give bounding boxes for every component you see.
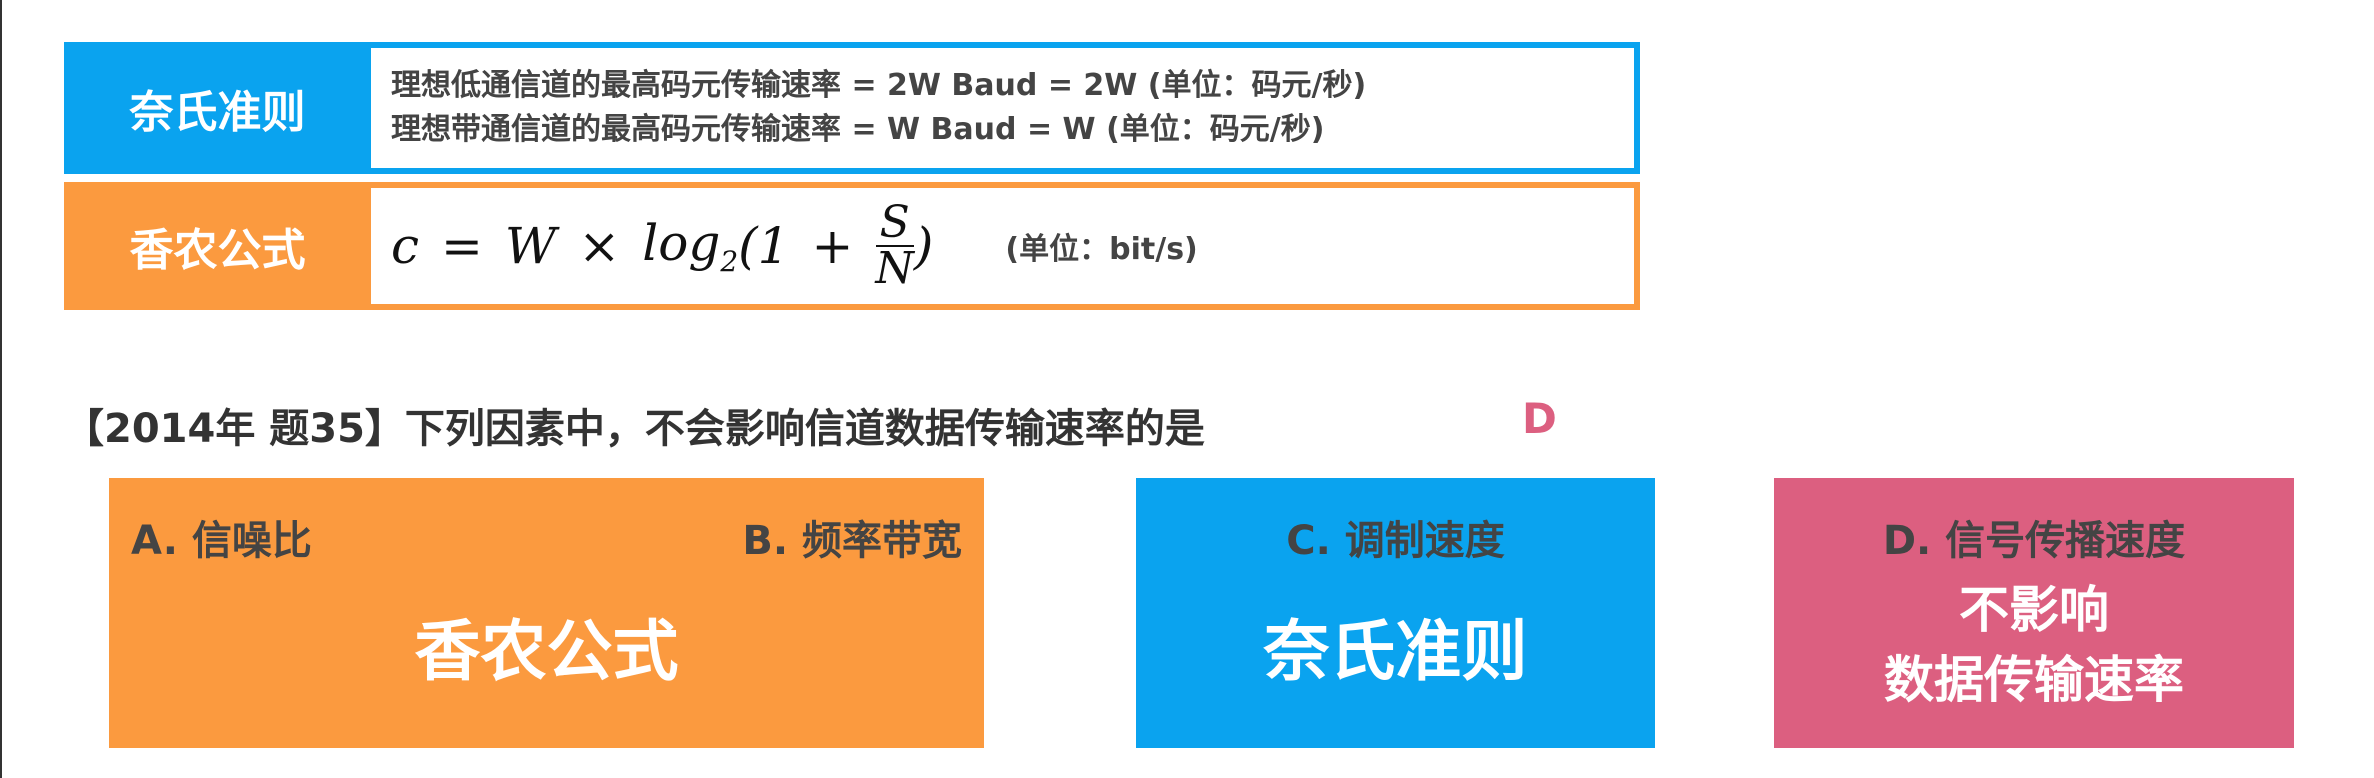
formula-unit: (单位：bit/s) (1005, 232, 1198, 267)
formula-denominator: N (875, 243, 914, 294)
left-edge-divider (0, 0, 2, 778)
nyquist-content: 理想低通信道的最高码元传输速率 = 2W Baud = 2W (单位：码元/秒)… (371, 48, 1634, 168)
shannon-content: c = W × log2 (1 + S N ) (单位：bit/s) (371, 188, 1634, 304)
option-d: D. 信号传播速度 (1882, 518, 2186, 564)
shannon-formula-box: 香农公式 c = W × log2 (1 + S N ) (单位：bit/s) (64, 182, 1640, 310)
shannon-label: 香农公式 (129, 225, 306, 276)
question-text: 【2014年 题35】下列因素中，不会影响信道数据传输速率的是 (64, 406, 1205, 452)
option-c-explanation: 奈氏准则 (1263, 613, 1528, 690)
formula-log-text: log (642, 214, 721, 272)
formula-plus: + (811, 217, 854, 275)
lowpass-rate-line: 理想低通信道的最高码元传输速率 = 2W Baud = 2W (单位：码元/秒) (391, 68, 1367, 103)
answer-badge: D (1522, 394, 1557, 443)
option-c: C. 调制速度 (1286, 518, 1505, 564)
option-ab-box: A. 信噪比 B. 频率带宽 香农公式 (109, 478, 984, 748)
formula-times: × (578, 217, 621, 275)
formula-open: (1 (738, 217, 790, 275)
option-a: A. 信噪比 (131, 518, 312, 564)
formula-c: c (391, 217, 420, 275)
option-ab-explanation: 香农公式 (414, 613, 679, 690)
option-d-explanation-2: 数据传输速率 (1884, 651, 2184, 709)
option-c-box: C. 调制速度 奈氏准则 (1136, 478, 1655, 748)
formula-log: log2 (642, 214, 738, 278)
formula-w: W (504, 217, 557, 275)
formula-fraction: S N (875, 201, 914, 291)
bandpass-rate-line: 理想带通信道的最高码元传输速率 = W Baud = W (单位：码元/秒) (391, 112, 1325, 147)
formula-close: ) (913, 217, 934, 275)
option-b: B. 频率带宽 (742, 518, 962, 564)
shannon-formula: c = W × log2 (1 + S N ) (单位：bit/s) (391, 201, 1634, 291)
nyquist-rule-box: 奈氏准则 理想低通信道的最高码元传输速率 = 2W Baud = 2W (单位：… (64, 42, 1640, 174)
formula-log-base: 2 (720, 245, 739, 278)
formula-numerator: S (875, 201, 914, 247)
nyquist-label: 奈氏准则 (129, 87, 306, 138)
option-d-explanation-1: 不影响 (1959, 581, 2109, 639)
formula-eq: = (441, 217, 483, 275)
option-d-box: D. 信号传播速度 不影响 数据传输速率 (1774, 478, 2294, 748)
